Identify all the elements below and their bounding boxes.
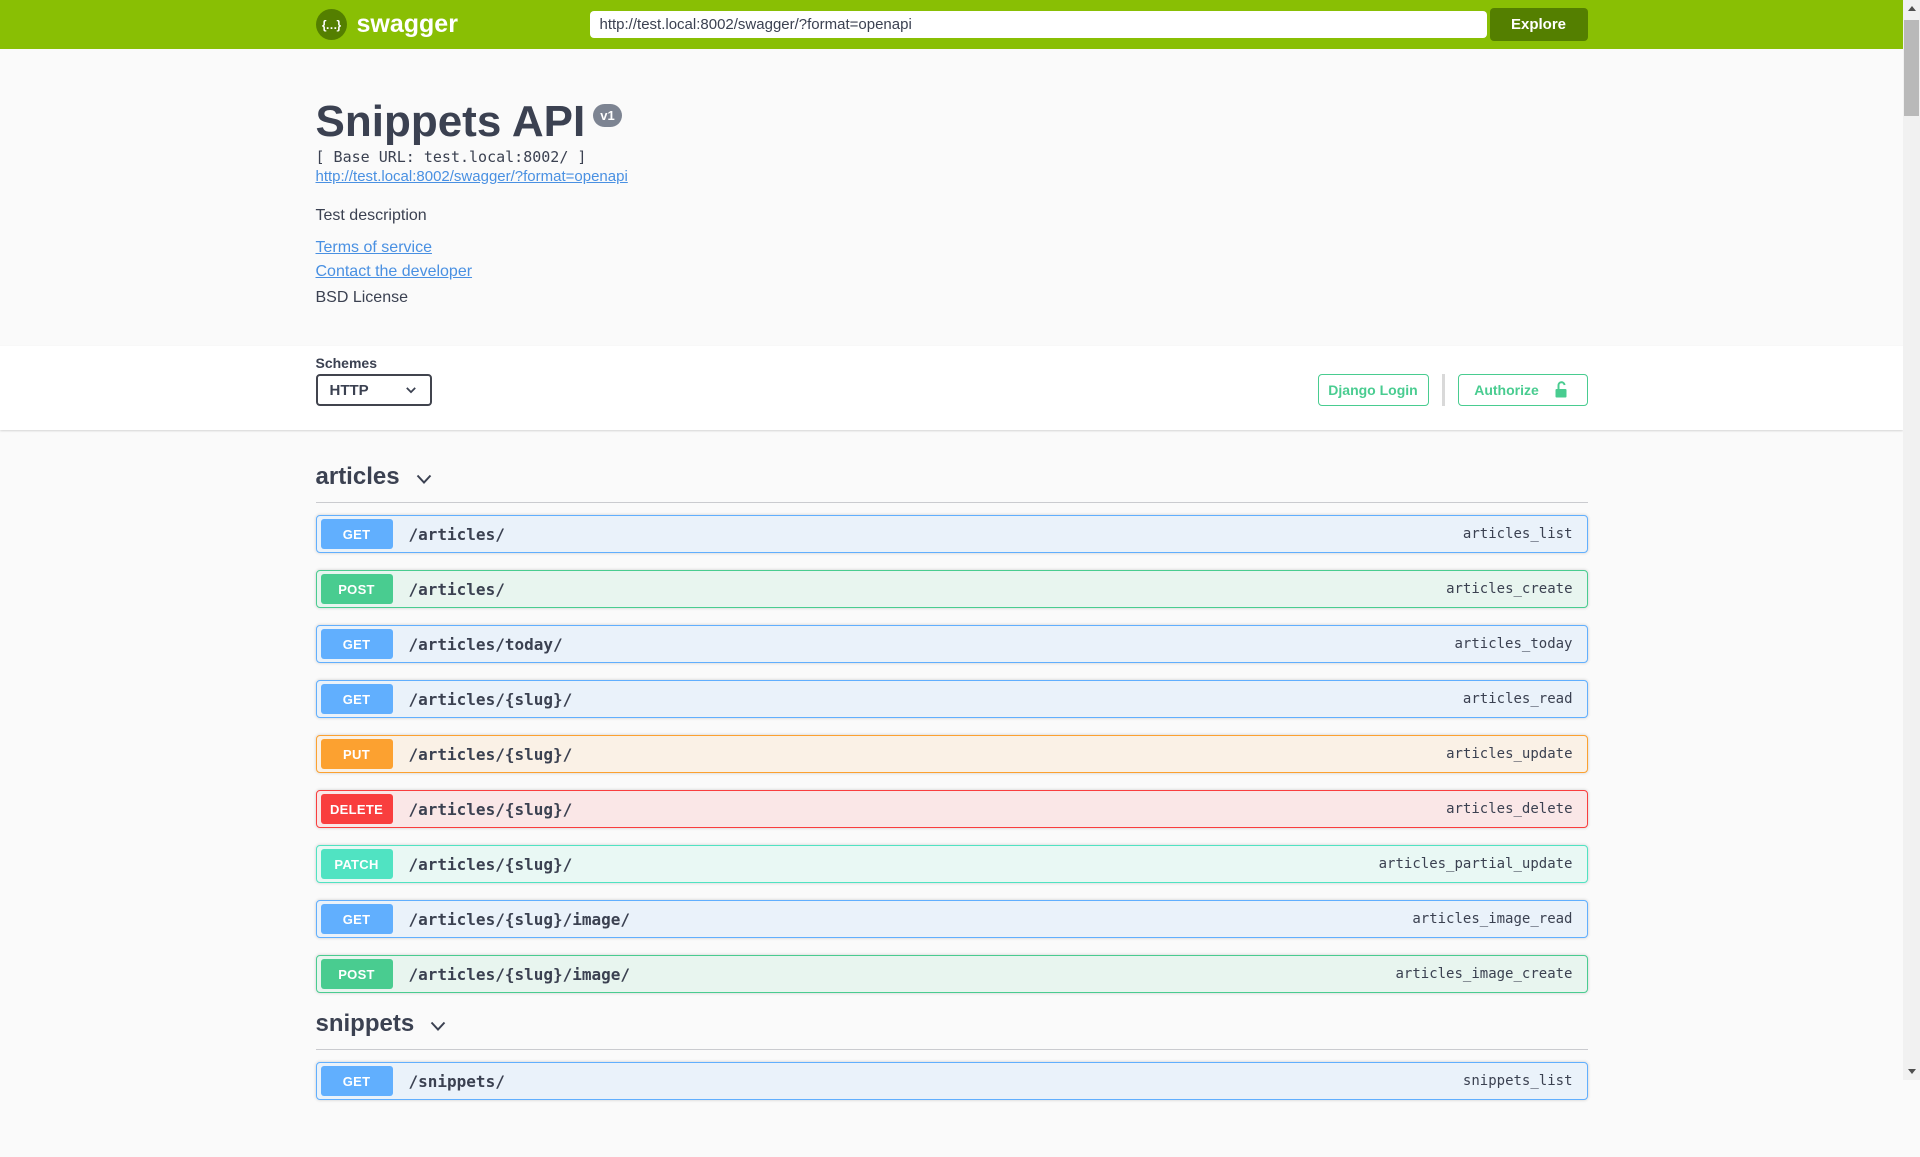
api-title: Snippets API v1 (316, 100, 1588, 144)
method-badge: GET (320, 629, 393, 659)
schemes-block: Schemes HTTP (315, 355, 432, 406)
auth-divider (1441, 374, 1445, 406)
chevron-down-icon (416, 474, 431, 484)
operation-id: articles_partial_update (1378, 856, 1573, 872)
auth-wrapper: Django Login Authorize (1317, 374, 1588, 406)
opblock-articles_today[interactable]: GET/articles/today/articles_today (315, 625, 1588, 663)
opblock-snippets_list[interactable]: GET/snippets/snippets_list (315, 1062, 1588, 1100)
api-description: Test description (315, 207, 427, 224)
explore-button[interactable]: Explore (1489, 8, 1588, 41)
contact-developer-link[interactable]: Contact the developer (316, 262, 1588, 281)
tag-header-snippets[interactable]: snippets (315, 1010, 1588, 1050)
topbar: {…} swagger Explore (0, 0, 1903, 49)
page: {…} swagger Explore Snippets API v1 [ Bas… (0, 0, 1903, 1157)
method-badge: PUT (320, 739, 393, 769)
authorize-button[interactable]: Authorize (1457, 374, 1588, 406)
operation-id: articles_read (1462, 691, 1573, 707)
authorize-label: Authorize (1474, 382, 1539, 398)
operation-path: /articles/{slug}/ (408, 854, 573, 874)
chevron-down-icon (405, 387, 416, 394)
operation-path: /snippets/ (408, 1071, 505, 1091)
operation-id: articles_create (1446, 581, 1573, 597)
opblock-articles_create[interactable]: POST/articles/articles_create (315, 570, 1588, 608)
tag-header-articles[interactable]: articles (315, 463, 1588, 503)
operation-path: /articles/ (408, 524, 505, 544)
operation-path: /articles/{slug}/ (408, 689, 573, 709)
operation-path: /articles/{slug}/image/ (408, 909, 631, 929)
operation-id: articles_image_create (1395, 966, 1573, 982)
operation-path: /articles/today/ (408, 634, 563, 654)
brand-name: swagger (356, 10, 458, 38)
download-url-form: Explore (589, 8, 1588, 41)
operation-path: /articles/{slug}/ (408, 744, 573, 764)
scroll-up-button[interactable] (1903, 0, 1920, 17)
api-title-text: Snippets API (315, 97, 586, 146)
schemes-label: Schemes (315, 355, 377, 371)
opblock-articles_partial_update[interactable]: PATCH/articles/{slug}/ articles_partial_u… (315, 845, 1588, 883)
tag-section-articles: articles GET/articles/articles_list POST/a… (315, 463, 1588, 993)
scroll-down-button[interactable] (1903, 1063, 1920, 1080)
operation-id: articles_today (1454, 636, 1573, 652)
chevron-down-icon (430, 1021, 446, 1031)
operation-id: articles_image_read (1412, 911, 1573, 927)
tag-title: articles (315, 463, 400, 490)
operation-id: snippets_list (1462, 1073, 1573, 1089)
scroll-down-icon (1907, 1069, 1916, 1074)
opblock-articles_update[interactable]: PUT/articles/{slug}/ articles_update (315, 735, 1588, 773)
operation-path: /articles/ (408, 579, 505, 599)
tag-title: snippets (315, 1010, 415, 1037)
scheme-selected-value: HTTP (329, 381, 369, 399)
method-badge: GET (320, 684, 393, 714)
unlock-icon (1555, 381, 1567, 398)
spec-url-input[interactable] (589, 11, 1487, 38)
operation-path: /articles/{slug}/ (408, 799, 573, 819)
method-badge: GET (320, 1066, 393, 1096)
scrollbar-thumb[interactable] (1904, 20, 1919, 116)
terms-of-service-link[interactable]: Terms of service (316, 238, 1588, 257)
opblock-articles_image_create[interactable]: POST/articles/{slug}/image/articles_imag… (315, 955, 1588, 993)
operation-path: /articles/{slug}/image/ (408, 964, 631, 984)
operation-id: articles_list (1462, 526, 1573, 542)
license-text: BSD License (315, 289, 409, 306)
operation-id: articles_delete (1446, 801, 1573, 817)
base-url: [ Base URL: test.local:8002/ ] (315, 148, 587, 166)
opblock-articles_read[interactable]: GET/articles/{slug}/ articles_read (315, 680, 1588, 718)
scrollbar[interactable] (1903, 0, 1920, 1080)
info-section: Snippets API v1 [ Base URL: test.local:80… (0, 49, 1903, 346)
opblock-articles_delete[interactable]: DELETE/articles/{slug}/ articles_delete (315, 790, 1588, 828)
django-login-button[interactable]: Django Login (1317, 374, 1429, 406)
spec-link[interactable]: http://test.local:8002/swagger/?format=o… (316, 167, 628, 186)
operations-list: articles GET/articles/articles_list POST/a… (315, 463, 1588, 1157)
method-badge: PATCH (320, 849, 393, 879)
operation-id: articles_update (1446, 746, 1573, 762)
opblock-articles_image_read[interactable]: GET/articles/{slug}/image/articles_image… (315, 900, 1588, 938)
swagger-logo: {…} swagger (315, 9, 458, 40)
scheme-select[interactable]: HTTP (315, 374, 432, 406)
method-badge: POST (320, 959, 393, 989)
method-badge: GET (320, 519, 393, 549)
swagger-logo-icon: {…} (315, 9, 347, 40)
method-badge: POST (320, 574, 393, 604)
tag-section-snippets: snippets GET/snippets/snippets_list (315, 1010, 1588, 1100)
scroll-up-icon (1907, 6, 1916, 11)
method-badge: DELETE (320, 794, 393, 824)
method-badge: GET (320, 904, 393, 934)
version-badge: v1 (593, 104, 622, 127)
opblock-articles_list[interactable]: GET/articles/articles_list (315, 515, 1588, 553)
scheme-container: Schemes HTTP Django Login Authorize (0, 346, 1903, 430)
